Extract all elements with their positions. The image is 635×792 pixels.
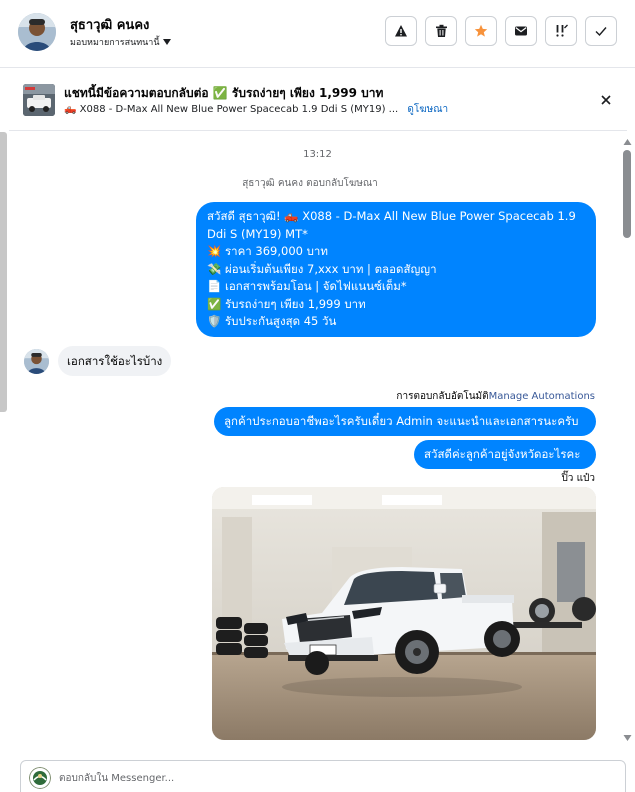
outgoing-promo-message[interactable]: สวัสดี สุธาวุฒิ! 🛻 X088 - D-Max All New … <box>196 202 596 337</box>
assign-label: มอบหมายการสนทนานี้ <box>70 38 160 48</box>
page-logo-icon <box>29 767 51 789</box>
close-ad-banner-button[interactable] <box>597 91 615 109</box>
promo-line: 📄 เอกสารพร้อมโอน | จัดไฟแนนซ์เต็ม* <box>207 279 407 293</box>
manage-automations-link[interactable]: Manage Automations <box>489 391 595 402</box>
report-button[interactable] <box>385 16 417 46</box>
incoming-message[interactable]: เอกสารใช้อะไรบ้าง <box>58 346 172 376</box>
envelope-icon <box>515 26 527 36</box>
promo-line: 💥 ราคา 369,000 บาท <box>207 244 328 258</box>
ad-title: แชทนี้มีข้อความตอบกลับต่อ ✅ รับรถง่ายๆ เ… <box>64 86 384 100</box>
message-composer <box>20 760 626 792</box>
warning-icon <box>395 25 407 37</box>
outgoing-message[interactable]: ลูกค้าประกอบอาชีพอะไรครับเดี๋ยว Admin จะ… <box>214 407 596 436</box>
assign-conversation-dropdown[interactable]: มอบหมายการสนทนานี้ <box>70 35 171 49</box>
outgoing-message[interactable]: สวัสดีค่ะลูกค้าอยู่จังหวัดอะไรคะ <box>414 440 596 469</box>
sender-name: ปิ๊ว แป๋ว <box>561 473 595 484</box>
ad-context-banner: แชทนี้มีข้อความตอบกลับต่อ ✅ รับรถง่ายๆ เ… <box>9 69 627 131</box>
promo-line: สวัสดี สุธาวุฒิ! 🛻 X088 - D-Max All New … <box>207 209 576 223</box>
reply-input[interactable] <box>59 769 599 787</box>
promo-line: ✅ รับรถง่ายๆ เพียง 1,999 บาท <box>207 296 366 311</box>
promo-line: 🛡️ รับประกันสูงสุด 45 วัน <box>207 314 337 328</box>
scroll-up-arrow-icon[interactable] <box>623 138 632 146</box>
contact-avatar[interactable] <box>24 349 49 374</box>
mark-unread-button[interactable] <box>505 16 537 46</box>
auto-reply-row: การตอบกลับอัตโนมัติManage Automations <box>396 389 595 404</box>
follow-up-button[interactable] <box>545 16 577 46</box>
close-icon <box>601 95 611 105</box>
messenger-conversation: สุธาวุฒิ คนคง มอบหมายการสนทนานี้ แชทนี้ม… <box>0 0 635 792</box>
follow-up-icon <box>556 24 568 37</box>
left-panel-scrollbar[interactable] <box>0 132 7 412</box>
truck-photo-attachment[interactable] <box>212 487 596 740</box>
avatar-photo <box>18 13 56 51</box>
thread-scrollbar-thumb[interactable] <box>623 150 631 238</box>
delete-button[interactable] <box>425 16 457 46</box>
conversation-header: สุธาวุฒิ คนคง มอบหมายการสนทนานี้ <box>0 0 635 68</box>
white-pickup-truck-photo <box>212 487 596 740</box>
message-timestamp: 13:12 <box>303 149 332 160</box>
auto-reply-label: การตอบกลับอัตโนมัติ <box>396 391 489 402</box>
checkmark-icon <box>595 27 607 37</box>
conversation-toolbar <box>385 16 617 46</box>
avatar[interactable] <box>18 13 56 51</box>
ad-reply-note: สุธาวุฒิ คนคง ตอบกลับโฆษณา <box>242 178 378 189</box>
ad-thumbnail-image <box>23 84 55 116</box>
avatar-photo <box>24 349 49 374</box>
ad-subtitle: 🛻 X088 - D-Max All New Blue Power Spacec… <box>64 104 399 115</box>
page-avatar <box>29 767 51 789</box>
star-button[interactable] <box>465 16 497 46</box>
star-icon <box>474 24 488 37</box>
scroll-down-arrow-icon[interactable] <box>623 734 632 742</box>
promo-line: 💸 ผ่อนเริ่มต้นเพียง 7,xxx บาท | ตลอดสัญญ… <box>207 261 437 276</box>
ad-thumbnail[interactable] <box>23 84 55 116</box>
mark-done-button[interactable] <box>585 16 617 46</box>
contact-name[interactable]: สุธาวุฒิ คนคง <box>70 14 149 35</box>
trash-icon <box>435 24 447 37</box>
view-ad-link[interactable]: ดูโฆษณา <box>407 104 448 115</box>
caret-down-icon <box>162 39 171 45</box>
ad-subtitle-row: 🛻 X088 - D-Max All New Blue Power Spacec… <box>64 102 448 117</box>
promo-line: Ddi S (MY19) MT* <box>207 226 308 241</box>
